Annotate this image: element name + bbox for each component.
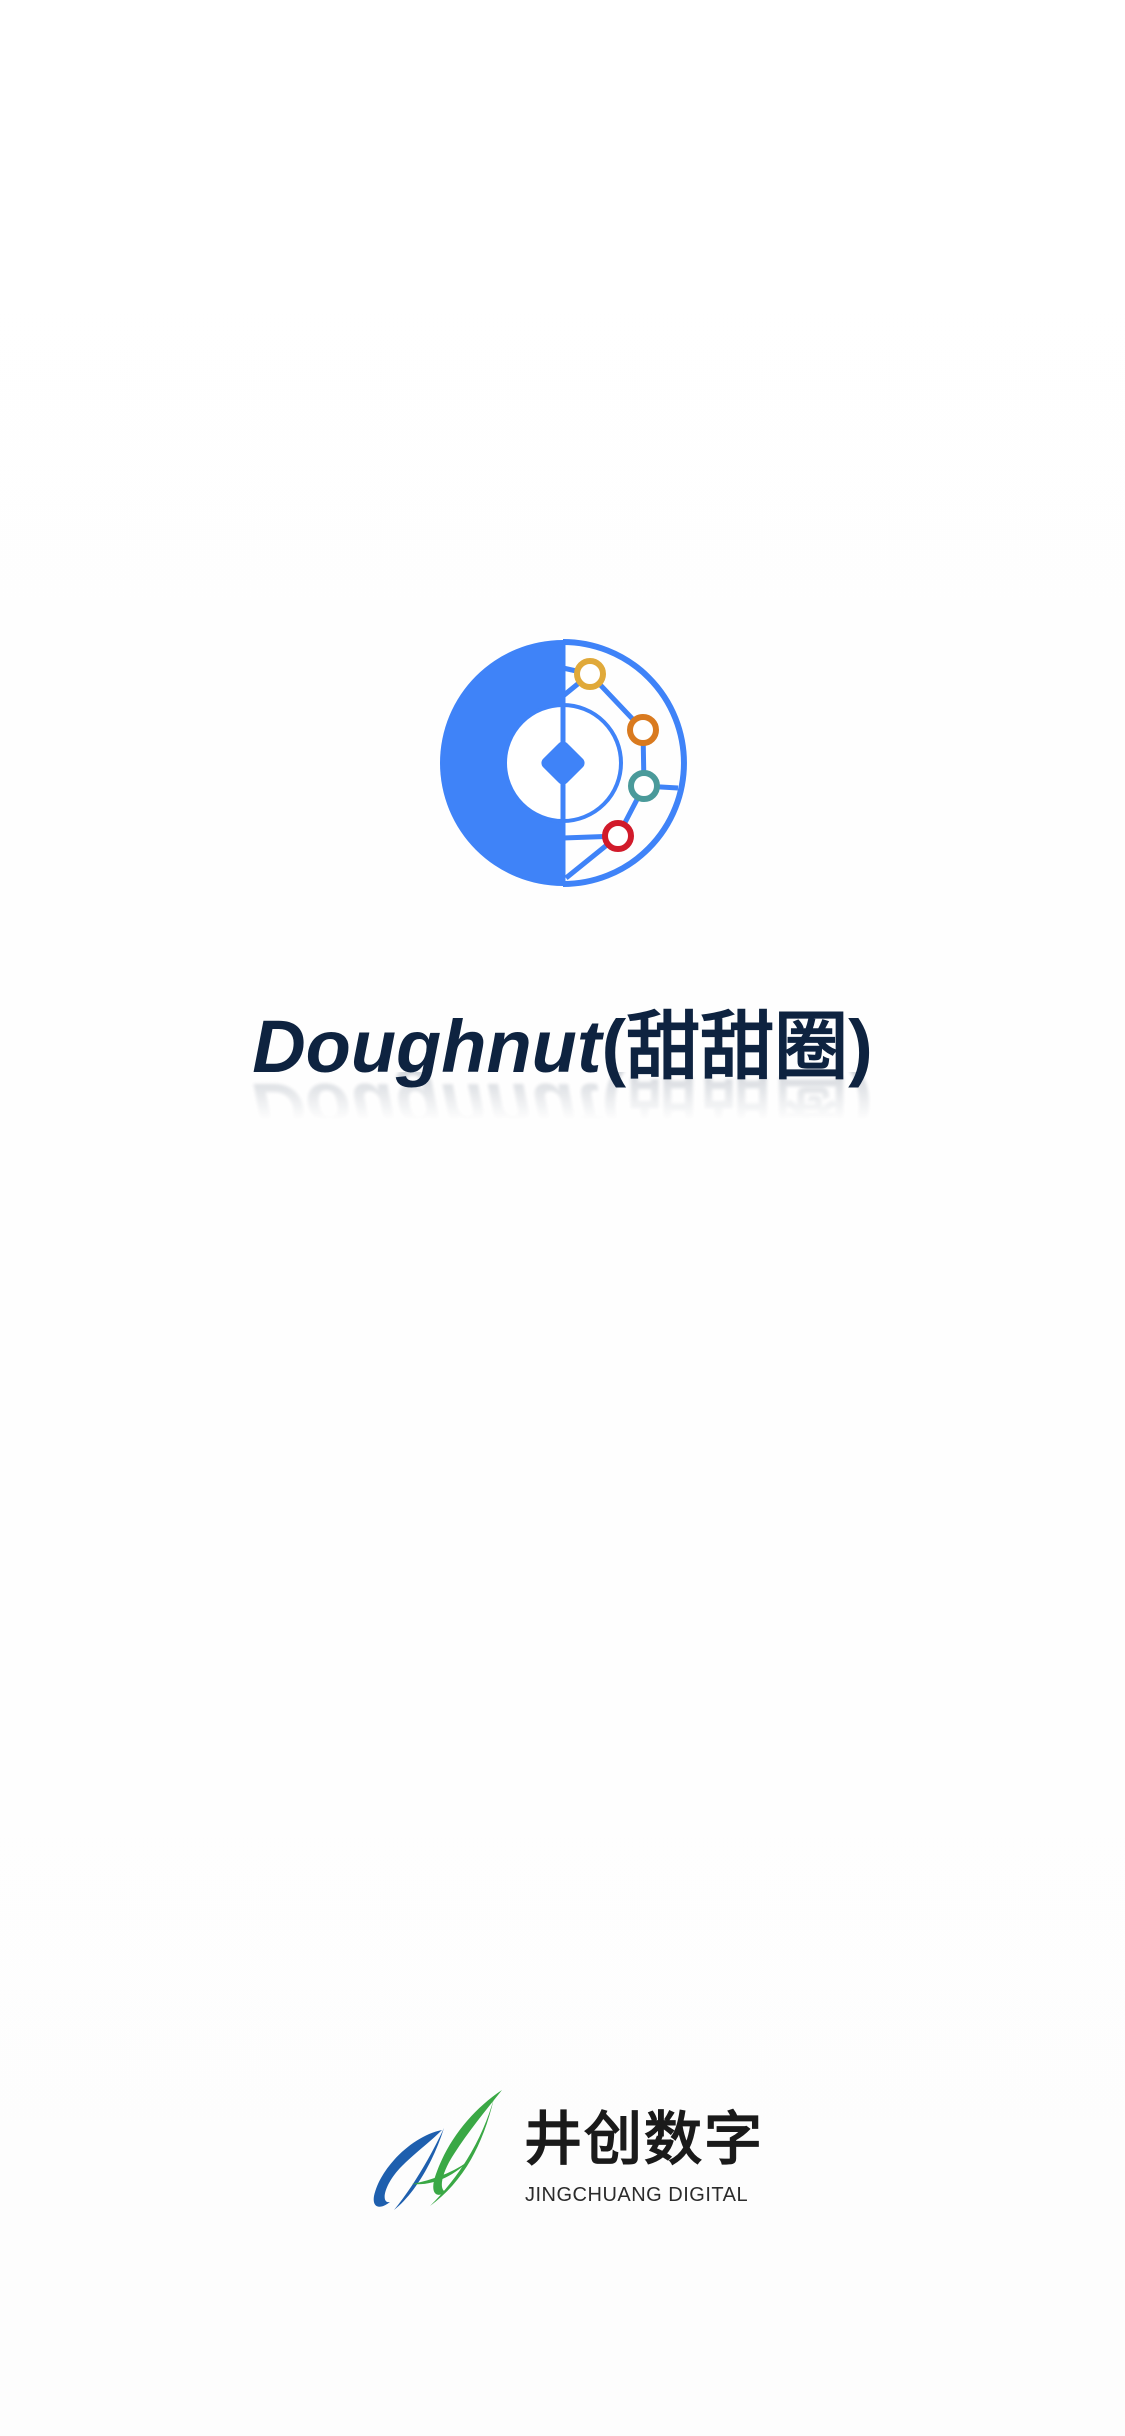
app-logo-icon — [438, 638, 688, 888]
app-title-reflection: Doughnut(甜甜圈) — [252, 1072, 873, 1151]
splash-screen: Doughnut(甜甜圈) Doughnut(甜甜圈) 井创数字 JINGCHU… — [0, 0, 1125, 2436]
company-name-cn: 井创数字 — [524, 2105, 765, 2173]
company-brand: 井创数字 JINGCHUANG DIGITAL — [372, 2078, 772, 2228]
jingchuang-leaf-icon — [372, 2088, 507, 2218]
company-name-en: JINGCHUANG DIGITAL — [525, 2184, 749, 2206]
